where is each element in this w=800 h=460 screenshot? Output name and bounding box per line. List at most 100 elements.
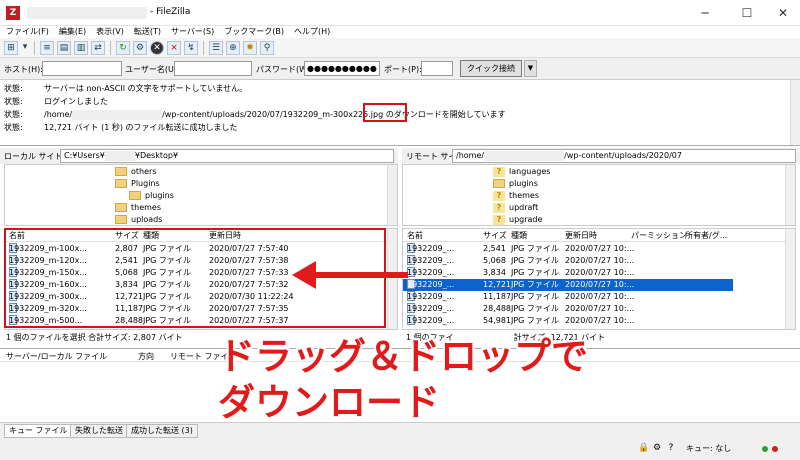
minimize-button[interactable]: ─ <box>690 4 720 22</box>
menu-bar: ファイル(F) 編集(E) 表示(V) 転送(T) サーバー(S) ブックマーク… <box>0 26 800 38</box>
status-bar: 🔒 ⚙ ? キュー: なし <box>0 438 800 460</box>
tree-item[interactable]: plugins <box>493 178 538 190</box>
remote-list-scrollbar[interactable] <box>785 229 795 329</box>
local-selection-status: 1 個のファイルを選択 合計サイズ: 2,807 バイト <box>6 333 183 342</box>
local-site-bar: ローカル サイト: C:¥Users¥ ¥Desktop¥ <box>0 148 398 164</box>
tree-item[interactable]: plugins <box>129 190 174 202</box>
question-icon: ? <box>668 443 674 453</box>
local-path-input[interactable]: C:¥Users¥ ¥Desktop¥ <box>60 149 394 163</box>
tree-item[interactable]: others <box>115 166 156 178</box>
tree-item[interactable]: ? upgrade <box>493 214 542 225</box>
col-owner[interactable]: 所有者/グ... <box>685 230 727 241</box>
local-directory-tree[interactable]: others Plugins plugins themes uploads <box>4 164 398 226</box>
status-green-light-icon <box>762 446 768 452</box>
tab-queued-files[interactable]: キュー ファイル <box>4 424 73 438</box>
username-label: ユーザー名(U): <box>125 65 180 74</box>
tree-item[interactable]: ? themes <box>493 190 539 202</box>
menu-file[interactable]: ファイル(F) <box>6 26 49 38</box>
quickconnect-button[interactable]: クイック接続(Q) <box>460 60 522 88</box>
site-manager-dropdown-icon[interactable]: ▾ <box>21 41 29 55</box>
filezilla-app-icon: Z <box>6 6 20 20</box>
folder-icon <box>129 191 141 200</box>
toolbar: ⊞ ▾ ≡ ▤ ▥ ⇄ ↻ ⚙ ✕ ⨯ ↯ ☰ ⊕ ✹ ⚲ <box>0 38 800 58</box>
tree-item[interactable]: Plugins <box>115 178 160 190</box>
quickconnect-dropdown-icon[interactable]: ▼ <box>524 60 537 77</box>
unknown-folder-icon: ? <box>493 190 505 201</box>
lock-icon: 🔒 <box>638 443 650 453</box>
menu-transfer[interactable]: 転送(T) <box>134 26 161 38</box>
reconnect-icon[interactable]: ↯ <box>184 40 198 55</box>
tab-failed-transfers[interactable]: 失敗した転送 <box>70 424 128 438</box>
compare-icon[interactable]: ⊕ <box>226 40 240 55</box>
remote-list-header: 名前 サイズ 種類 更新日時 パーミッション 所有者/グ... <box>403 229 795 242</box>
log-line: 状態: 12,721 バイト (1 秒) のファイル転送に成功しました <box>4 123 238 132</box>
password-input[interactable]: ●●●●●●●●●● <box>304 61 380 76</box>
col-permissions[interactable]: パーミッション <box>631 230 687 241</box>
username-input[interactable] <box>174 61 252 76</box>
remote-directory-tree[interactable]: ? languages plugins ? themes ? updraft ? upg… <box>402 164 796 226</box>
menu-edit[interactable]: 編集(E) <box>59 26 86 38</box>
log-scrollbar[interactable] <box>790 80 800 145</box>
log-line: 状態: サーバーは non-ASCII の文字をサポートしていません。 <box>4 84 248 93</box>
download-highlight-box <box>363 103 407 122</box>
remote-path-input[interactable]: /home//wp-content/uploads/2020/07 <box>452 149 796 163</box>
toolbar-separator <box>110 40 111 55</box>
remote-site-bar: リモート サイト: /home//wp-content/uploads/2020… <box>402 148 800 164</box>
port-input[interactable] <box>421 61 453 76</box>
toolbar-separator <box>203 40 204 55</box>
folder-icon <box>115 167 127 176</box>
filter-icon[interactable]: ☰ <box>209 40 223 55</box>
title-bar: Z - FileZilla ─ ☐ ✕ <box>0 0 800 26</box>
col-name[interactable]: 名前 <box>407 230 423 241</box>
close-button[interactable]: ✕ <box>768 4 798 22</box>
table-row[interactable]: 1932209_... 28,488 JPG ファイル 2020/07/27 10:.… <box>403 303 795 315</box>
refresh-icon[interactable]: ↻ <box>116 40 130 55</box>
col-modified[interactable]: 更新日時 <box>565 230 597 241</box>
cancel-icon[interactable]: ✕ <box>150 40 164 55</box>
queue-status: キュー: なし <box>686 444 732 453</box>
log-line: 状態: ログインしました <box>4 97 108 106</box>
menu-bookmarks[interactable]: ブックマーク(B) <box>224 26 284 38</box>
remote-file-list[interactable]: 名前 サイズ 種類 更新日時 パーミッション 所有者/グ... 1932209_… <box>402 228 796 330</box>
unknown-folder-icon: ? <box>493 202 505 213</box>
site-manager-icon[interactable]: ⊞ <box>4 40 18 55</box>
toggle-local-tree-icon[interactable]: ▤ <box>57 40 71 55</box>
maximize-button[interactable]: ☐ <box>732 4 762 22</box>
toolbar-separator <box>34 40 35 55</box>
table-row[interactable]: 1932209_... 5,068 JPG ファイル 2020/07/27 10:..… <box>403 255 795 267</box>
toggle-remote-tree-icon[interactable]: ▥ <box>74 40 88 55</box>
menu-view[interactable]: 表示(V) <box>96 26 124 38</box>
table-row[interactable]: 1932209_... 2,541 JPG ファイル 2020/07/27 10:..… <box>403 243 795 255</box>
table-row[interactable]: 1932209_... 3,834 JPG ファイル 2020/07/27 10:..… <box>403 267 795 279</box>
toggle-queue-icon[interactable]: ⇄ <box>91 40 105 55</box>
menu-help[interactable]: ヘルプ(H) <box>294 26 330 38</box>
tree-item[interactable]: ? languages <box>493 166 550 178</box>
col-server-local-file[interactable]: サーバー/ローカル ファイル <box>6 351 107 362</box>
port-label: ポート(P): <box>384 65 422 74</box>
col-type[interactable]: 種類 <box>511 230 527 241</box>
tree-item[interactable]: ? updraft <box>493 202 538 214</box>
host-label: ホスト(H): <box>4 65 43 74</box>
menu-server[interactable]: サーバー(S) <box>171 26 214 38</box>
process-queue-icon[interactable]: ⚙ <box>133 40 147 55</box>
tree-item[interactable]: uploads <box>115 214 162 225</box>
table-row-selected[interactable]: 1932209_... 12,721 JPG ファイル 2020/07/27 10:.… <box>403 279 733 291</box>
sync-browse-icon[interactable]: ✹ <box>243 40 257 55</box>
col-direction[interactable]: 方向 <box>138 351 154 362</box>
col-size[interactable]: サイズ <box>483 230 507 241</box>
host-input[interactable] <box>42 61 122 76</box>
status-red-light-icon <box>772 446 778 452</box>
disconnect-icon[interactable]: ⨯ <box>167 40 181 55</box>
table-row[interactable]: 1932209_... 54,981 JPG ファイル 2020/07/27 10:.… <box>403 315 795 327</box>
table-row[interactable]: 1932209_... 11,187 JPG ファイル 2020/07/27 10:.… <box>403 291 795 303</box>
log-line: 状態:/home//wp-content/uploads/2020/07/193… <box>4 109 506 120</box>
toggle-log-icon[interactable]: ≡ <box>40 40 54 55</box>
unknown-folder-icon: ? <box>493 166 505 177</box>
search-icon[interactable]: ⚲ <box>260 40 274 55</box>
tree-item[interactable]: themes <box>115 202 161 214</box>
tab-successful-transfers[interactable]: 成功した転送 (3) <box>126 424 198 438</box>
remote-tree-scrollbar[interactable] <box>785 165 795 225</box>
folder-icon <box>115 203 127 212</box>
local-tree-scrollbar[interactable] <box>387 165 397 225</box>
annotation-line-1: ドラッグ＆ドロップで <box>218 335 588 378</box>
